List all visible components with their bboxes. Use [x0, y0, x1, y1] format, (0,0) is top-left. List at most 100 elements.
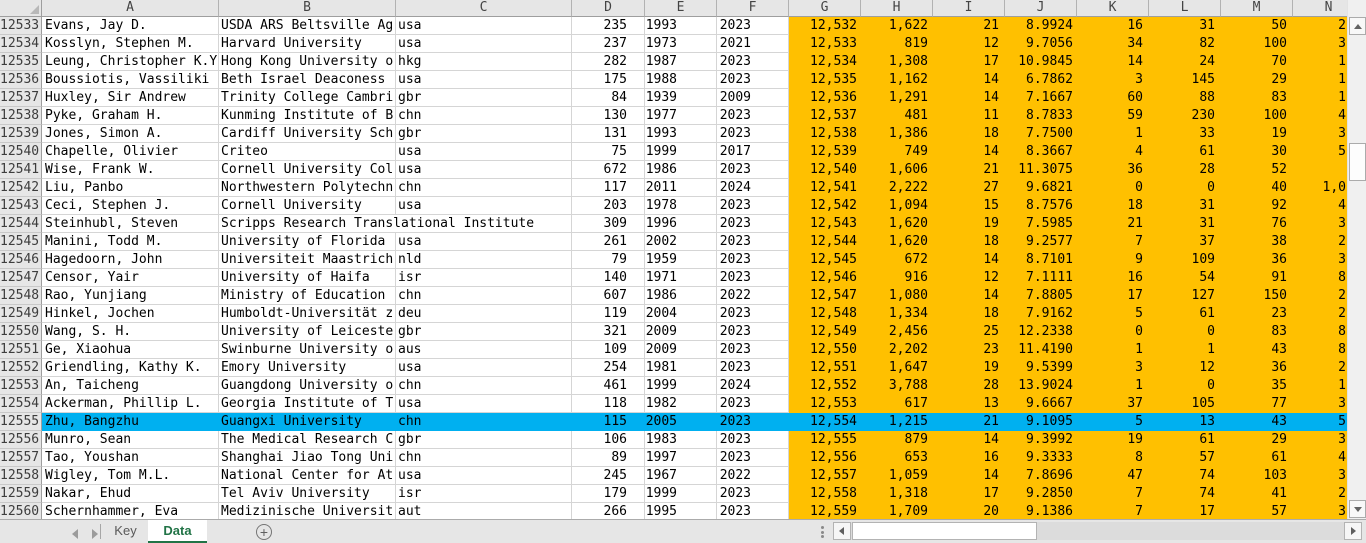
- cell[interactable]: Hinkel, Jochen: [42, 305, 219, 323]
- row-header[interactable]: 12556: [0, 431, 42, 449]
- cell[interactable]: 19: [1077, 431, 1149, 449]
- cell[interactable]: 8.3667: [1005, 143, 1077, 161]
- cell[interactable]: 1999: [645, 485, 717, 503]
- cell[interactable]: 2022: [717, 287, 789, 305]
- cell[interactable]: gbr: [396, 89, 572, 107]
- cell[interactable]: 916: [861, 269, 933, 287]
- cell[interactable]: 1999: [645, 143, 717, 161]
- cell[interactable]: 1,0: [1293, 179, 1347, 197]
- cell[interactable]: 0: [1077, 323, 1149, 341]
- cell[interactable]: Shanghai Jiao Tong Uni: [219, 449, 396, 467]
- cell[interactable]: 37: [1149, 233, 1221, 251]
- cell[interactable]: 2022: [717, 467, 789, 485]
- cell[interactable]: Humboldt-Universität z: [219, 305, 396, 323]
- row-header[interactable]: 12552: [0, 359, 42, 377]
- cell[interactable]: An, Taicheng: [42, 377, 219, 395]
- cell[interactable]: 103: [1221, 467, 1293, 485]
- cell[interactable]: 2023: [717, 341, 789, 359]
- cell[interactable]: 61: [1221, 449, 1293, 467]
- cell[interactable]: 1981: [645, 359, 717, 377]
- cell[interactable]: 1: [1293, 53, 1347, 71]
- cell[interactable]: National Center for At: [219, 467, 396, 485]
- cell[interactable]: 8: [1077, 449, 1149, 467]
- cell[interactable]: 12,532: [789, 17, 861, 35]
- cell[interactable]: 47: [1077, 467, 1149, 485]
- cell[interactable]: 0: [1077, 179, 1149, 197]
- cell[interactable]: Wigley, Tom M.L.: [42, 467, 219, 485]
- sheet-tab-data[interactable]: Data: [148, 520, 207, 543]
- cell[interactable]: 14: [933, 89, 1005, 107]
- column-header-H[interactable]: H: [861, 0, 933, 17]
- cell[interactable]: 12,551: [789, 359, 861, 377]
- cell[interactable]: Pyke, Graham H.: [42, 107, 219, 125]
- cell[interactable]: 0: [1149, 179, 1221, 197]
- cell[interactable]: chn: [396, 377, 572, 395]
- cell[interactable]: 2009: [645, 341, 717, 359]
- row-header[interactable]: 12548: [0, 287, 42, 305]
- cell[interactable]: University of Haifa: [219, 269, 396, 287]
- cell[interactable]: Kunming Institute of B: [219, 107, 396, 125]
- prev-sheet-arrow-icon[interactable]: [72, 529, 78, 539]
- cell[interactable]: usa: [396, 17, 572, 35]
- cell[interactable]: chn: [396, 179, 572, 197]
- cell[interactable]: 25: [933, 323, 1005, 341]
- cell[interactable]: 1978: [645, 197, 717, 215]
- cell[interactable]: 34: [1077, 35, 1149, 53]
- cell[interactable]: aus: [396, 341, 572, 359]
- cell[interactable]: Wang, S. H.: [42, 323, 219, 341]
- cell[interactable]: 33: [1149, 125, 1221, 143]
- cell[interactable]: 117: [572, 179, 645, 197]
- cell[interactable]: 12,554: [789, 413, 861, 431]
- cell[interactable]: usa: [396, 197, 572, 215]
- cell[interactable]: 12,559: [789, 503, 861, 519]
- cell[interactable]: 1,620: [861, 215, 933, 233]
- cell[interactable]: gbr: [396, 431, 572, 449]
- cell[interactable]: 12: [933, 269, 1005, 287]
- cell[interactable]: 2023: [717, 215, 789, 233]
- cell[interactable]: 2009: [717, 89, 789, 107]
- row-header[interactable]: 12555: [0, 413, 42, 431]
- cell[interactable]: gbr: [396, 323, 572, 341]
- cell[interactable]: 21: [933, 413, 1005, 431]
- column-header-L[interactable]: L: [1149, 0, 1221, 17]
- cell[interactable]: 2023: [717, 53, 789, 71]
- cell[interactable]: Rao, Yunjiang: [42, 287, 219, 305]
- cell[interactable]: Jones, Simon A.: [42, 125, 219, 143]
- cell[interactable]: 617: [861, 395, 933, 413]
- cell[interactable]: 2023: [717, 251, 789, 269]
- cell[interactable]: 235: [572, 17, 645, 35]
- cell[interactable]: usa: [396, 161, 572, 179]
- cell[interactable]: 12,535: [789, 71, 861, 89]
- cell[interactable]: 18: [933, 233, 1005, 251]
- cell[interactable]: 84: [572, 89, 645, 107]
- cell[interactable]: 35: [1221, 377, 1293, 395]
- cell[interactable]: 4: [1077, 143, 1149, 161]
- cell[interactable]: Hong Kong University o: [219, 53, 396, 71]
- cell[interactable]: 7: [1077, 233, 1149, 251]
- cell[interactable]: 88: [1149, 89, 1221, 107]
- column-header-J[interactable]: J: [1005, 0, 1077, 17]
- cell[interactable]: 5: [1077, 413, 1149, 431]
- cell[interactable]: Northwestern Polytechn: [219, 179, 396, 197]
- cell[interactable]: Tel Aviv University: [219, 485, 396, 503]
- cell[interactable]: 61: [1149, 143, 1221, 161]
- cell[interactable]: 1: [1077, 341, 1149, 359]
- cell[interactable]: 309: [572, 215, 645, 233]
- row-header[interactable]: 12550: [0, 323, 42, 341]
- cell[interactable]: 15: [933, 197, 1005, 215]
- cell[interactable]: 7.9162: [1005, 305, 1077, 323]
- scroll-up-button[interactable]: [1349, 17, 1366, 35]
- cell[interactable]: 2: [1293, 17, 1347, 35]
- cell[interactable]: 2023: [717, 431, 789, 449]
- cell[interactable]: 1,620: [861, 233, 933, 251]
- cell[interactable]: 16: [1077, 17, 1149, 35]
- cell[interactable]: 607: [572, 287, 645, 305]
- cell[interactable]: 3: [1293, 395, 1347, 413]
- cell[interactable]: 2023: [717, 17, 789, 35]
- cell[interactable]: 2023: [717, 107, 789, 125]
- cell[interactable]: 1959: [645, 251, 717, 269]
- cell[interactable]: usa: [396, 35, 572, 53]
- cell[interactable]: 31: [1149, 197, 1221, 215]
- cell[interactable]: [1293, 161, 1347, 179]
- cell[interactable]: 12: [933, 35, 1005, 53]
